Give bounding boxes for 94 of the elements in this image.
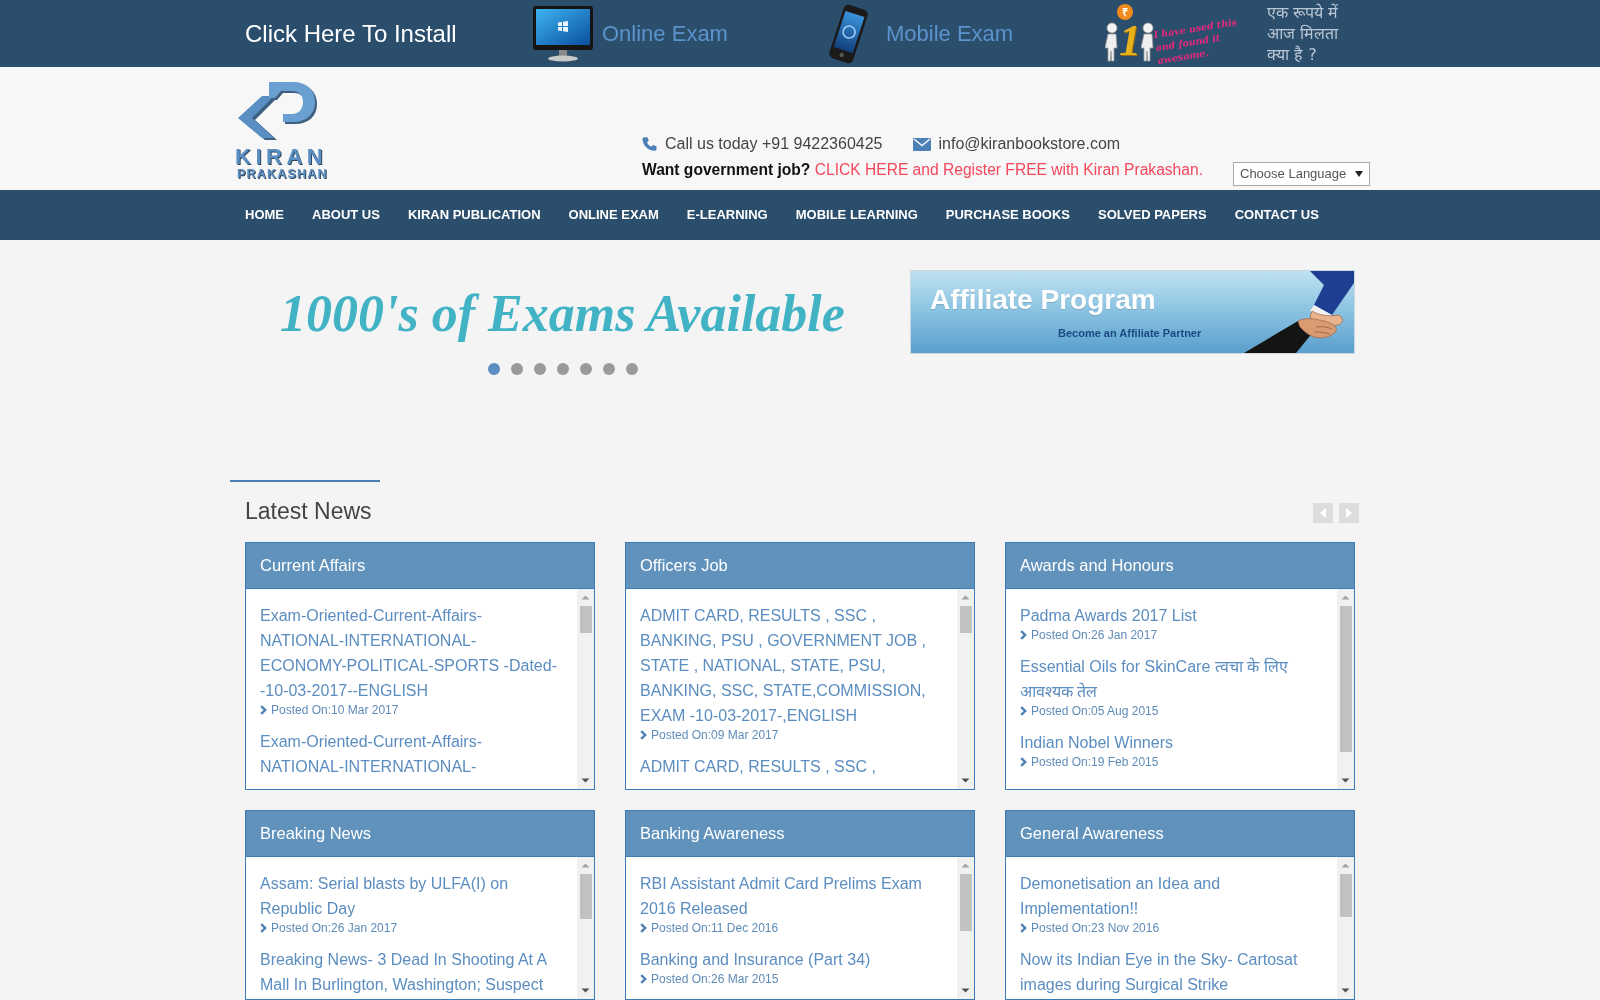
nav-link[interactable]: ONLINE EXAM — [554, 190, 673, 240]
chevron-right-icon — [1020, 757, 1027, 767]
chevron-right-icon — [1020, 706, 1027, 716]
scrollbar[interactable] — [1337, 589, 1354, 789]
scrollbar[interactable] — [957, 857, 974, 999]
affiliate-title: Affiliate Program — [930, 283, 1157, 317]
news-link[interactable]: Demonetisation an Idea and Implementation!! — [1020, 871, 1322, 921]
scrollbar-thumb[interactable] — [959, 874, 972, 931]
previous-button[interactable] — [1313, 503, 1333, 523]
news-link[interactable]: Indian Nobel Winners — [1020, 730, 1322, 755]
carousel-dot[interactable] — [625, 363, 638, 375]
install-link[interactable]: Click Here To Install — [245, 15, 457, 52]
chevron-right-icon — [260, 705, 267, 715]
register-link[interactable]: CLICK HERE and Register FREE with Kiran Prakashan. — [814, 161, 1203, 178]
person-figure-icon — [1141, 22, 1155, 62]
scrollbar[interactable] — [1337, 857, 1354, 999]
scrollbar[interactable] — [577, 589, 594, 789]
carousel-dot[interactable] — [579, 363, 592, 375]
scrollbar-thumb[interactable] — [579, 874, 592, 919]
phone-number: Call us today +91 9422360425 — [665, 134, 883, 154]
chevron-right-icon — [640, 974, 647, 984]
logo-subtitle: PRAKASHAN — [237, 167, 328, 181]
posted-date: Posted On:11 Dec 2016 — [651, 920, 779, 936]
caret-down-icon — [1355, 171, 1363, 177]
nav-link[interactable]: ABOUT US — [298, 190, 394, 240]
exam-link[interactable]: Mobile Exam — [825, 2, 1014, 65]
promo-caption: I have used this and found it awesome. — [1152, 15, 1239, 67]
news-link[interactable]: RBI Assistant Admit Card Prelims Exam 2016 Released — [640, 871, 942, 921]
scrollbar-thumb[interactable] — [1339, 874, 1352, 917]
section-title: Latest News — [245, 498, 372, 526]
panel-title: Banking Awareness — [640, 823, 785, 845]
scrollbar-thumb[interactable] — [1339, 606, 1352, 752]
posted-date: Posted On:09 Mar 2017 — [651, 727, 779, 743]
caret-left-icon — [1320, 508, 1326, 518]
posted-date: Posted On:26 Jan 2017 — [271, 920, 398, 936]
chevron-right-icon — [640, 923, 647, 933]
affiliate-banner[interactable]: Affiliate Program Become an Affiliate Partner — [910, 270, 1355, 354]
posted-date: Posted On:26 Jan 2017 — [1031, 627, 1158, 643]
nav-link[interactable]: HOME — [230, 190, 298, 240]
promo-question[interactable]: एक रूपये में आज मिलता क्या है ? — [1267, 2, 1357, 65]
nav-link[interactable]: MOBILE LEARNING — [781, 190, 932, 240]
panel-title: General Awareness — [1020, 823, 1164, 845]
news-link[interactable]: ADMIT CARD, RESULTS , SSC , BANKING, PSU , GOVERNMENT JOB , STATE , NATIONAL, STATE, PSU, BANKING, SSC, STATE,COMMISSION, EXAM -10-03-2017-,ENGLISH — [640, 603, 942, 728]
nav-link[interactable]: CONTACT US — [1220, 190, 1333, 240]
carousel-dot[interactable] — [533, 363, 546, 375]
chevron-right-icon — [1020, 923, 1027, 933]
news-link[interactable]: Exam-Oriented-Current-Affairs-NATIONAL-INTERNATIONAL- — [260, 729, 562, 779]
logo-name: KIRAN — [235, 147, 328, 167]
news-link[interactable]: Assam: Serial blasts by ULFA(I) on Republic Day — [260, 871, 562, 921]
news-link[interactable]: Exam-Oriented-Current-Affairs-NATIONAL-INTERNATIONAL-ECONOMY-POLITICAL-SPORTS -Dated--10-03-2017--ENGLISH — [260, 603, 562, 703]
scrollbar[interactable] — [577, 857, 594, 999]
person-figure-icon — [1105, 22, 1119, 62]
news-link[interactable]: Now its Indian Eye in the Sky- Cartosat images during Surgical Strike — [1020, 947, 1322, 997]
scrollbar-thumb[interactable] — [959, 606, 972, 633]
banner-headline: 1000's of Exams Available — [280, 285, 845, 343]
monitor-icon — [532, 5, 594, 62]
news-link[interactable]: Banking and Insurance (Part 34) — [640, 947, 942, 972]
chevron-right-icon — [1020, 630, 1027, 640]
email-link[interactable]: info@kiranbookstore.com — [938, 132, 1121, 156]
carousel-dot[interactable] — [556, 363, 569, 375]
nav-link[interactable]: KIRAN PUBLICATION — [393, 190, 555, 240]
affiliate-subtitle: Become an Affiliate Partner — [1058, 326, 1203, 340]
posted-date: Posted On:23 Nov 2016 — [1031, 920, 1160, 936]
next-button[interactable] — [1339, 503, 1359, 523]
carousel-dot[interactable] — [602, 363, 615, 375]
posted-date: Posted On:10 Mar 2017 — [271, 702, 399, 718]
panel-title: Awards and Honours — [1020, 555, 1174, 577]
posted-date: Posted On:19 Feb 2015 — [1031, 754, 1159, 770]
nav-link[interactable]: SOLVED PAPERS — [1084, 190, 1221, 240]
carousel-dot[interactable] — [510, 363, 523, 375]
exam-link[interactable]: Online Exam — [532, 5, 728, 62]
rupee-coin: ₹ — [1117, 4, 1133, 20]
carousel-dot[interactable] — [487, 363, 500, 375]
chevron-right-icon — [260, 923, 267, 933]
panel-title: Officers Job — [640, 555, 728, 577]
promo-numeral: 1 — [1119, 20, 1141, 62]
phone-icon — [642, 136, 657, 152]
news-link[interactable]: Essential Oils for SkinCare त्वचा के लिए आवश्यक तेल — [1020, 654, 1322, 704]
panel-title: Breaking News — [260, 823, 371, 845]
news-link[interactable]: ADMIT CARD, RESULTS , SSC , — [640, 754, 942, 779]
posted-date: Posted On:05 Aug 2015 — [1031, 703, 1159, 719]
caret-right-icon — [1346, 508, 1352, 518]
chevron-right-icon — [640, 730, 647, 740]
nav-link[interactable]: E-LEARNING — [672, 190, 782, 240]
news-link[interactable]: Breaking News- 3 Dead In Shooting At A Mall In Burlington, Washington; Suspect — [260, 947, 562, 997]
news-link[interactable]: Padma Awards 2017 List — [1020, 603, 1322, 628]
language-select[interactable]: Choose Language — [1233, 162, 1370, 186]
nav-link[interactable]: PURCHASE BOOKS — [931, 190, 1085, 240]
mail-icon — [912, 137, 931, 151]
job-prompt: Want government job? CLICK HERE and Register FREE with Kiran Prakashan. — [642, 160, 1203, 180]
panel-title: Current Affairs — [260, 555, 366, 577]
scrollbar[interactable] — [957, 589, 974, 789]
scrollbar-thumb[interactable] — [579, 606, 592, 633]
posted-date: Posted On:26 Mar 2015 — [651, 971, 779, 987]
